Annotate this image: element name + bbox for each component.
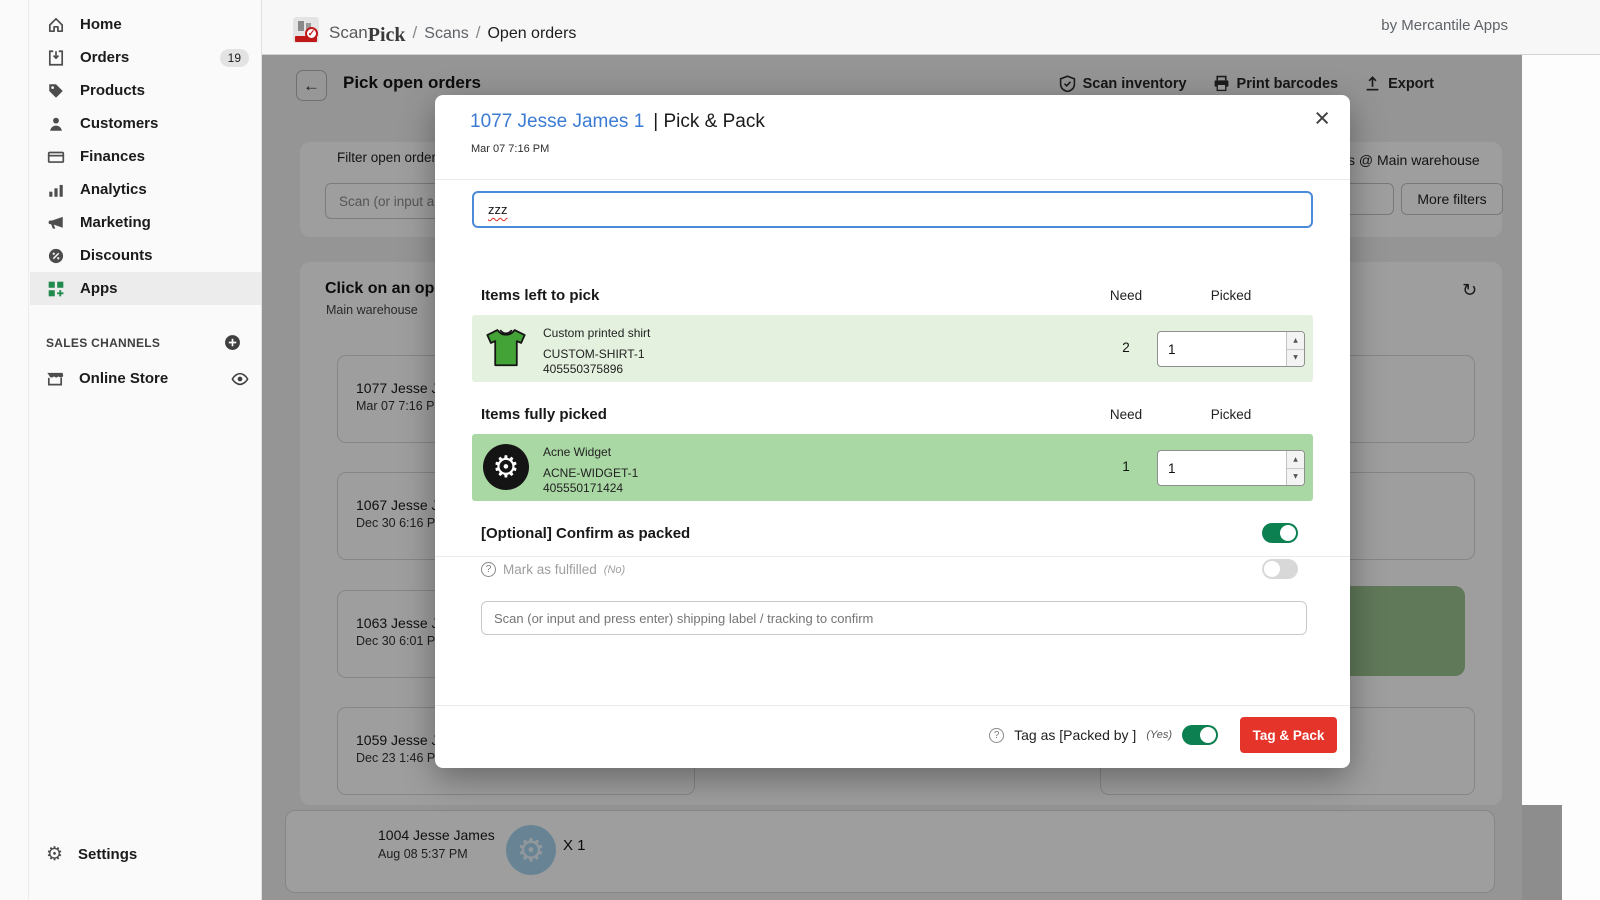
scan-item-value: zzz bbox=[488, 202, 508, 217]
sidebar-item-label: Analytics bbox=[80, 181, 147, 198]
breadcrumb: ✓ Scan Pick / Scans / Open orders bbox=[293, 12, 576, 44]
app-name-scan[interactable]: Scan bbox=[329, 23, 368, 43]
customers-icon bbox=[46, 114, 65, 133]
sidebar-item-label: Finances bbox=[80, 148, 145, 165]
need-header: Need bbox=[1091, 407, 1161, 422]
orders-icon bbox=[46, 48, 65, 67]
item-name: Custom printed shirt bbox=[543, 326, 650, 340]
mark-fulfilled-row: ? Mark as fulfilled (No) bbox=[481, 562, 625, 577]
sidebar: Home Orders 19 Products Customers bbox=[0, 0, 262, 900]
gear-product-icon: ⚙ bbox=[483, 444, 529, 490]
tag-as-toggle[interactable] bbox=[1182, 725, 1218, 745]
close-icon[interactable]: × bbox=[1314, 105, 1330, 132]
item-name: Acne Widget bbox=[543, 445, 611, 459]
sidebar-item-marketing[interactable]: Marketing bbox=[30, 206, 261, 239]
sidebar-item-analytics[interactable]: Analytics bbox=[30, 173, 261, 206]
sidebar-item-label: Home bbox=[80, 16, 122, 33]
marketing-megaphone-icon bbox=[46, 213, 65, 232]
picked-value: 1 bbox=[1158, 332, 1286, 366]
sidebar-item-apps[interactable]: Apps bbox=[30, 272, 261, 305]
app-name-pick[interactable]: Pick bbox=[368, 24, 406, 47]
sidebar-item-label: Apps bbox=[80, 280, 118, 297]
sidebar-item-finances[interactable]: Finances bbox=[30, 140, 261, 173]
order-timestamp: Mar 07 7:16 PM bbox=[471, 143, 549, 155]
pick-pack-modal: 1077 Jesse James 1 | Pick & Pack × Mar 0… bbox=[435, 95, 1350, 768]
mark-fulfilled-toggle[interactable] bbox=[1262, 559, 1298, 579]
modal-footer: ? Tag as [Packed by ] (Yes) Tag & Pack bbox=[481, 715, 1337, 755]
item-sku: CUSTOM-SHIRT-1 bbox=[543, 347, 645, 361]
add-sales-channel-button[interactable] bbox=[224, 334, 241, 351]
tshirt-product-icon bbox=[483, 325, 529, 371]
sidebar-item-label: Discounts bbox=[80, 247, 153, 264]
apps-icon bbox=[46, 279, 65, 298]
sidebar-item-label: Orders bbox=[80, 49, 129, 66]
stepper-down-icon[interactable]: ▼ bbox=[1287, 469, 1304, 486]
item-barcode: 405550375896 bbox=[543, 362, 623, 376]
finances-icon bbox=[46, 147, 65, 166]
breadcrumb-separator: / bbox=[476, 23, 481, 43]
picked-header: Picked bbox=[1196, 407, 1266, 422]
mark-fulfilled-state: (No) bbox=[604, 564, 625, 576]
breadcrumb-separator: / bbox=[413, 23, 418, 43]
item-barcode: 405550171424 bbox=[543, 481, 623, 495]
discounts-icon bbox=[46, 246, 65, 265]
storefront-icon bbox=[46, 370, 64, 388]
pick-item-row-shirt: Custom printed shirt CUSTOM-SHIRT-1 4055… bbox=[472, 315, 1313, 382]
settings-gear-icon: ⚙ bbox=[46, 845, 63, 864]
fully-picked-heading: Items fully picked bbox=[481, 406, 607, 423]
need-value: 1 bbox=[1096, 459, 1156, 474]
sidebar-item-label: Products bbox=[80, 82, 145, 99]
confirm-packed-toggle[interactable] bbox=[1262, 523, 1298, 543]
stepper-down-icon[interactable]: ▼ bbox=[1287, 350, 1304, 367]
breadcrumb-current: Open orders bbox=[487, 25, 576, 43]
analytics-icon bbox=[46, 180, 65, 199]
stepper-up-icon[interactable]: ▲ bbox=[1287, 332, 1304, 350]
sidebar-item-discounts[interactable]: Discounts bbox=[30, 239, 261, 272]
question-icon[interactable]: ? bbox=[481, 562, 496, 577]
sidebar-item-settings[interactable]: ⚙ Settings bbox=[30, 838, 261, 871]
question-icon[interactable]: ? bbox=[989, 728, 1004, 743]
confirm-packed-label: [Optional] Confirm as packed bbox=[481, 525, 690, 542]
online-store-label: Online Store bbox=[79, 370, 168, 387]
tracking-input[interactable] bbox=[481, 601, 1307, 635]
picked-value: 1 bbox=[1158, 451, 1286, 485]
picked-quantity-stepper[interactable]: 1 ▲ ▼ bbox=[1157, 331, 1305, 367]
picked-quantity-stepper[interactable]: 1 ▲ ▼ bbox=[1157, 450, 1305, 486]
sidebar-item-label: Customers bbox=[80, 115, 158, 132]
topbar: ✓ Scan Pick / Scans / Open orders by Mer… bbox=[262, 0, 1600, 55]
sidebar-item-customers[interactable]: Customers bbox=[30, 107, 261, 140]
breadcrumb-scans[interactable]: Scans bbox=[424, 25, 468, 43]
picked-header: Picked bbox=[1196, 288, 1266, 303]
sidebar-item-products[interactable]: Products bbox=[30, 74, 261, 107]
tag-and-pack-button[interactable]: Tag & Pack bbox=[1240, 717, 1337, 753]
settings-label: Settings bbox=[78, 846, 137, 863]
byline: by Mercantile Apps bbox=[1381, 17, 1508, 34]
item-sku: ACNE-WIDGET-1 bbox=[543, 466, 638, 480]
scan-item-input[interactable]: zzz bbox=[472, 191, 1313, 228]
tag-as-label: Tag as [Packed by ] bbox=[1014, 727, 1136, 743]
sidebar-item-orders[interactable]: Orders 19 bbox=[30, 41, 261, 74]
modal-title: | Pick & Pack bbox=[653, 111, 765, 133]
scanpick-logo-icon: ✓ bbox=[293, 17, 319, 43]
right-gutter bbox=[1522, 55, 1600, 900]
home-icon bbox=[46, 15, 65, 34]
stepper-up-icon[interactable]: ▲ bbox=[1287, 451, 1304, 469]
left-to-pick-heading: Items left to pick bbox=[481, 287, 599, 304]
eye-icon[interactable] bbox=[231, 370, 249, 388]
pick-item-row-widget: ⚙ Acne Widget ACNE-WIDGET-1 405550171424… bbox=[472, 434, 1313, 501]
sales-channels-header: SALES CHANNELS bbox=[46, 336, 160, 350]
order-link[interactable]: 1077 Jesse James 1 bbox=[470, 111, 644, 133]
need-header: Need bbox=[1091, 288, 1161, 303]
need-value: 2 bbox=[1096, 340, 1156, 355]
scrollbar-block[interactable] bbox=[1522, 805, 1562, 900]
products-tag-icon bbox=[46, 81, 65, 100]
app-screen: Home Orders 19 Products Customers bbox=[0, 0, 1600, 900]
sidebar-item-home[interactable]: Home bbox=[30, 8, 261, 41]
tag-as-state: (Yes) bbox=[1146, 729, 1172, 741]
orders-count-badge: 19 bbox=[220, 49, 249, 67]
sidebar-item-online-store[interactable]: Online Store bbox=[30, 362, 261, 395]
sidebar-item-label: Marketing bbox=[80, 214, 151, 231]
mark-fulfilled-label: Mark as fulfilled bbox=[503, 562, 597, 577]
